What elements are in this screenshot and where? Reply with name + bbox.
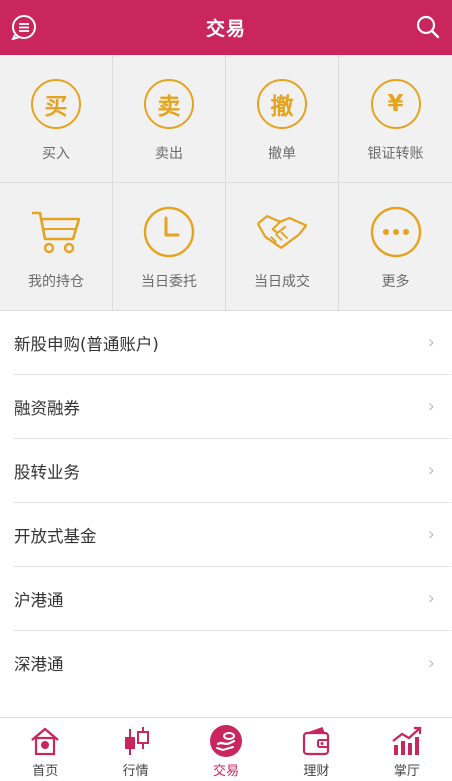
- grid-item-more[interactable]: 更多: [339, 183, 452, 311]
- grid-item-label: 撤单: [268, 146, 296, 162]
- tab-label: 理财: [303, 764, 330, 779]
- list-item-sz-hk[interactable]: 深港通 ›: [14, 631, 451, 695]
- chat-menu-icon: [11, 15, 36, 40]
- page-title: 交易: [205, 18, 246, 40]
- clock-icon: [143, 206, 195, 258]
- list-item-label: 新股申购(普通账户): [14, 334, 159, 354]
- list-item-fund[interactable]: 开放式基金 ›: [14, 503, 451, 567]
- tab-finance[interactable]: 理财: [271, 718, 361, 781]
- list-item-label: 开放式基金: [14, 526, 97, 546]
- chevron-right-icon: ›: [427, 652, 435, 674]
- chart-up-icon: [392, 726, 421, 755]
- grid-item-today-trades[interactable]: 当日成交: [226, 183, 339, 311]
- chevron-right-icon: ›: [427, 588, 435, 609]
- grid-item-label: 当日成交: [254, 274, 310, 290]
- chevron-right-icon: ›: [427, 396, 435, 417]
- search-icon: [416, 15, 440, 39]
- tab-home[interactable]: 首页: [0, 718, 90, 781]
- chevron-right-icon: ›: [427, 524, 435, 545]
- home-icon: [31, 727, 59, 756]
- tab-hall[interactable]: 掌厅: [362, 718, 452, 781]
- trade-icon: [210, 725, 243, 757]
- grid-item-label: 买入: [42, 146, 70, 162]
- bottom-tab-bar: 首页 行情 交易 理财 掌厅: [0, 717, 452, 781]
- list-item-label: 融资融券: [14, 398, 80, 418]
- grid-item-buy[interactable]: 买 买入: [0, 55, 113, 183]
- handshake-icon: [256, 215, 308, 249]
- list-item-label: 沪港通: [14, 590, 64, 610]
- tab-label: 首页: [32, 764, 59, 779]
- list-item-margin[interactable]: 融资融券 ›: [14, 375, 451, 439]
- candlestick-icon: [124, 727, 149, 755]
- top-bar: 交易: [0, 0, 452, 55]
- grid-item-label: 卖出: [155, 146, 183, 162]
- grid-item-positions[interactable]: 我的持仓: [0, 183, 113, 311]
- grid-item-label: 当日委托: [141, 274, 197, 290]
- list-item-neeq[interactable]: 股转业务 ›: [14, 439, 451, 503]
- cancel-order-icon: 撤: [257, 79, 307, 129]
- grid-item-transfer[interactable]: ¥ 银证转账: [339, 55, 452, 183]
- transfer-icon: ¥: [370, 79, 421, 129]
- list-item-label: 股转业务: [14, 462, 80, 482]
- tab-label: 交易: [213, 764, 240, 779]
- tab-market[interactable]: 行情: [90, 718, 180, 781]
- trade-menu-list: 新股申购(普通账户) › 融资融券 › 股转业务 › 开放式基金 › 沪港通 ›…: [14, 311, 451, 695]
- chevron-right-icon: ›: [427, 460, 435, 481]
- grid-item-today-orders[interactable]: 当日委托: [113, 183, 226, 311]
- tab-label: 行情: [122, 764, 149, 779]
- cart-icon: [32, 211, 81, 254]
- list-item-ipo[interactable]: 新股申购(普通账户) ›: [14, 311, 451, 375]
- more-icon: [370, 206, 421, 258]
- sell-icon: 卖: [144, 79, 194, 129]
- list-item-label: 深港通: [14, 655, 64, 674]
- grid-item-sell[interactable]: 卖 卖出: [113, 55, 226, 183]
- grid-item-label: 更多: [381, 274, 410, 290]
- list-item-sh-hk[interactable]: 沪港通 ›: [14, 567, 451, 631]
- search-button[interactable]: [412, 11, 444, 43]
- menu-button[interactable]: [8, 11, 40, 43]
- grid-item-cancel-order[interactable]: 撤 撤单: [226, 55, 339, 183]
- function-grid: 买 买入 卖 卖出 撤 撤单 ¥ 银证转账 我的持仓 当日委托 当日成交 更多: [0, 55, 452, 311]
- wallet-icon: [303, 727, 330, 756]
- tab-trade[interactable]: 交易: [181, 718, 271, 781]
- grid-item-label: 银证转账: [367, 146, 424, 162]
- buy-icon: 买: [31, 79, 81, 129]
- tab-label: 掌厅: [393, 764, 420, 779]
- chevron-right-icon: ›: [427, 332, 435, 353]
- grid-item-label: 我的持仓: [28, 274, 84, 290]
